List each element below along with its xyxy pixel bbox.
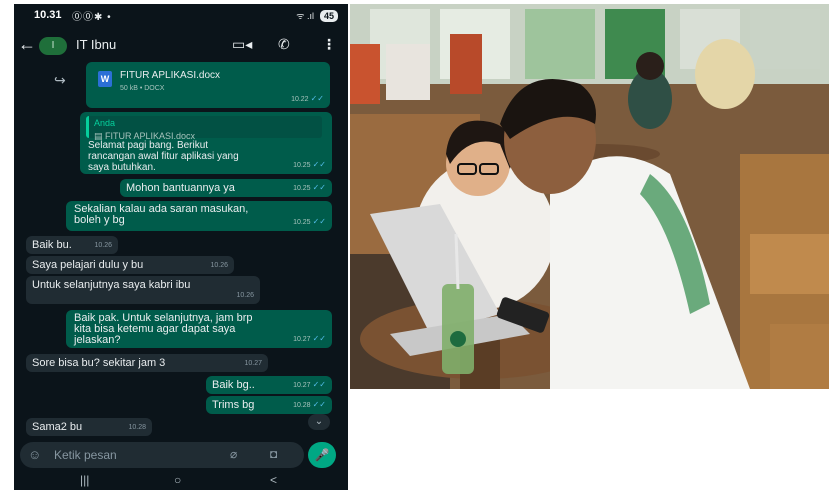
home-nav-icon[interactable]: ○ [174,473,181,487]
message-bubble-incoming[interactable]: Sama2 bu 10.28 [26,418,152,436]
cafe-meeting-photo [350,4,829,389]
message-time: 10.26 [94,242,112,249]
message-time: 10.26 [236,292,254,299]
reply-message[interactable]: Anda ▤ FITUR APLIKASI.docx Selamat pagi … [80,112,332,174]
message-text: Baik bu. [32,239,72,251]
message-time: 10.27 [244,360,262,367]
message-text: Sekalian kalau ada saran masukan, boleh … [74,203,249,226]
voice-call-icon[interactable]: ✆ [278,36,290,53]
more-options-icon[interactable]: ⋮ [322,36,336,53]
read-receipt-icon: ✓✓ [312,217,326,226]
emoji-icon[interactable]: ☺ [28,447,41,462]
message-time: 10.28 ✓✓ [293,400,326,409]
word-file-icon: W [98,71,112,87]
message-bubble-outgoing[interactable]: Mohon bantuannya ya 10.25 ✓✓ [120,179,332,197]
message-input[interactable]: ☺ Ketik pesan ⌀ ◘ [20,442,304,468]
message-bubble-incoming[interactable]: Sore bisa bu? sekitar jam 3 10.27 [26,354,268,372]
quote-author: Anda [94,118,116,128]
notification-icons: ⓪⓪✱ • [72,12,112,23]
message-text: Mohon bantuannya ya [126,182,235,194]
contact-name[interactable]: IT Ibnu [76,37,116,52]
message-bubble-outgoing[interactable]: Baik bg.. 10.27 ✓✓ [206,376,332,394]
recents-nav-icon[interactable]: ||| [80,473,89,487]
read-receipt-icon: ✓✓ [312,160,326,169]
mic-button[interactable]: 🎤 [308,442,336,468]
message-time: 10.26 [210,262,228,269]
message-bubble-outgoing[interactable]: Trims bg 10.28 ✓✓ [206,396,332,414]
read-receipt-icon: ✓✓ [312,334,326,343]
document-card[interactable]: W FITUR APLIKASI.docx 50 kB • DOCX [92,67,324,93]
read-receipt-icon: ✓✓ [312,380,326,389]
message-text: Trims bg [212,399,255,411]
system-nav-bar: ||| ○ < [14,472,348,490]
message-bubble-outgoing[interactable]: Sekalian kalau ada saran masukan, boleh … [66,201,332,231]
message-time: 10.27 ✓✓ [293,334,326,343]
message-text: Saya pelajari dulu y bu [32,259,144,271]
read-receipt-icon: ✓✓ [310,94,324,103]
message-time: 10.25 ✓✓ [293,183,326,192]
input-placeholder: Ketik pesan [54,448,117,462]
status-right: ᯤ .ıl 45 [296,9,338,22]
message-text: Sama2 bu [32,421,83,433]
chat-area: ↪ W FITUR APLIKASI.docx 50 kB • DOCX 10.… [14,62,348,438]
photo-illustration [350,4,829,389]
message-bubble-incoming[interactable]: Baik bu. 10.26 [26,236,118,254]
document-message[interactable]: W FITUR APLIKASI.docx 50 kB • DOCX 10.22… [86,62,330,108]
read-receipt-icon: ✓✓ [312,183,326,192]
message-bubble-outgoing[interactable]: Baik pak. Untuk selanjutnya, jam brp kit… [66,310,332,348]
camera-icon[interactable]: ◘ [270,447,277,461]
message-time: 10.25 ✓✓ [293,160,326,169]
back-nav-icon[interactable]: < [270,473,277,487]
read-receipt-icon: ✓✓ [312,400,326,409]
message-bubble-incoming[interactable]: Saya pelajari dulu y bu 10.26 [26,256,234,274]
message-time: 10.22 ✓✓ [291,94,324,103]
contact-avatar[interactable]: I [39,37,67,55]
input-bar: ☺ Ketik pesan ⌀ ◘ 🎤 [14,440,348,470]
scroll-down-button[interactable]: ⌄ [308,414,330,430]
message-text: Baik bg.. [212,379,255,391]
battery-icon: 45 [319,9,338,22]
quoted-message[interactable]: Anda ▤ FITUR APLIKASI.docx [86,116,322,141]
video-call-icon[interactable]: ▭◂ [232,36,252,53]
message-text: Untuk selanjutnya saya kabri ibu [32,279,191,291]
document-size: 50 kB • DOCX [120,85,165,92]
status-bar: 10.31 ⓪⓪✱ • ᯤ .ıl 45 [14,4,348,28]
message-text: Selamat pagi bang. Berikut rancangan awa… [88,140,239,173]
status-time: 10.31 [34,9,62,21]
forward-icon[interactable]: ↪ [54,72,66,89]
message-time: 10.28 [128,424,146,431]
message-bubble-incoming[interactable]: Untuk selanjutnya saya kabri ibu 10.26 [26,276,260,304]
signal-icon: ᯤ .ıl [296,11,314,21]
message-time: 10.25 ✓✓ [293,217,326,226]
attach-icon[interactable]: ⌀ [230,447,237,461]
phone-screenshot: 10.31 ⓪⓪✱ • ᯤ .ıl 45 ← I IT Ibnu ▭◂ ✆ ⋮ … [14,4,348,490]
chat-header: ← I IT Ibnu ▭◂ ✆ ⋮ [14,28,348,62]
document-name: FITUR APLIKASI.docx [120,70,221,81]
back-arrow-icon[interactable]: ← [18,34,36,55]
message-time: 10.27 ✓✓ [293,380,326,389]
message-text: Sore bisa bu? sekitar jam 3 [32,357,166,369]
message-text: Baik pak. Untuk selanjutnya, jam brp kit… [74,312,253,346]
